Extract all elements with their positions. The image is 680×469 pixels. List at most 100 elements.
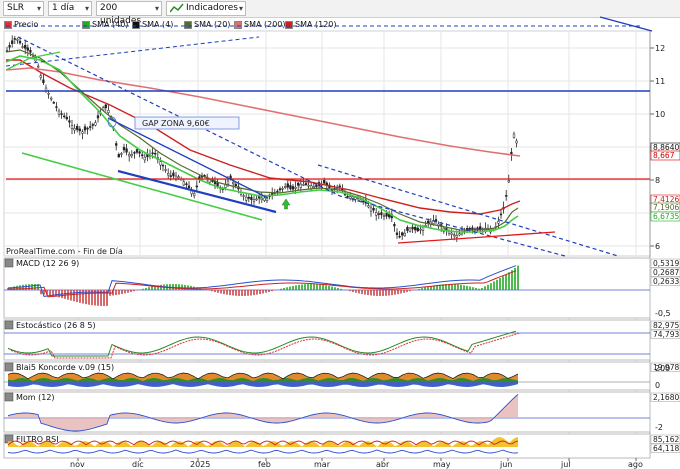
- candle-body: [182, 181, 185, 186]
- candle-body: [505, 195, 508, 197]
- candle-body: [382, 215, 386, 217]
- candle-body: [226, 180, 230, 185]
- candle-body: [385, 213, 388, 217]
- candle-body: [291, 186, 295, 190]
- candle-body: [169, 175, 172, 177]
- candle-body: [135, 149, 139, 153]
- candle-body: [450, 232, 453, 235]
- candle-body: [91, 124, 94, 126]
- candle-body: [185, 183, 188, 185]
- indicator-value-label: 2,1680: [653, 393, 679, 402]
- candle-body: [250, 196, 253, 200]
- indicator-menu-icon: [4, 362, 14, 372]
- month-label: mar: [314, 460, 331, 469]
- candle-body: [29, 49, 32, 53]
- candle-body: [362, 200, 365, 203]
- candle-body: [8, 45, 11, 48]
- candle-body: [512, 133, 516, 138]
- candle-body: [159, 161, 162, 166]
- price-value-label: 6,6735: [653, 212, 679, 221]
- price-chart: 1211109876GAP ZONA 9,60€ProRealTime.com …: [3, 16, 680, 469]
- price-value-label: 8,667: [653, 151, 675, 160]
- candle-body: [234, 183, 237, 186]
- candle-body: [120, 153, 123, 155]
- candle-body: [416, 227, 419, 232]
- candle-body: [401, 232, 404, 236]
- candle-body: [164, 169, 167, 171]
- candle-body: [73, 128, 76, 131]
- trendline-top-right: [599, 16, 653, 32]
- candle-body: [406, 226, 409, 231]
- candle-body: [18, 40, 22, 44]
- indicator-menu-icon: [4, 320, 14, 330]
- candle-body: [458, 233, 461, 236]
- candle-body: [172, 172, 175, 177]
- candle-body: [83, 126, 87, 131]
- candle-body: [117, 154, 120, 158]
- candle-body: [411, 226, 414, 230]
- price-tick-label: 6: [655, 242, 660, 251]
- candle-body: [354, 197, 357, 200]
- candle-body: [96, 115, 100, 119]
- source-label: ProRealTime.com - Fin de Día: [6, 247, 123, 256]
- candle-body: [26, 47, 29, 51]
- candle-body: [289, 185, 292, 190]
- candle-body: [21, 46, 24, 48]
- candle-body: [419, 228, 422, 231]
- candle-body: [70, 125, 74, 130]
- candle-body: [271, 193, 274, 195]
- indicator-value-label: 0,2687: [653, 268, 679, 277]
- indicator-value-label: 74,793: [653, 330, 679, 339]
- candle-body: [50, 97, 53, 100]
- indicator-title: Estocástico (26 8 5): [16, 321, 96, 330]
- indicator-title: MACD (12 26 9): [16, 259, 79, 268]
- candle-body: [16, 38, 19, 41]
- candle-body: [499, 213, 503, 216]
- candle-body: [115, 143, 118, 146]
- candle-body: [167, 173, 170, 176]
- candle-body: [107, 110, 110, 113]
- candle-body: [375, 212, 378, 216]
- price-panel: [3, 30, 651, 257]
- macd-tick-label: -0,5: [655, 309, 671, 318]
- candle-body: [151, 152, 154, 155]
- candle-body: [294, 187, 297, 189]
- indicator-title: Mom (12): [16, 393, 55, 402]
- candle-body: [68, 120, 71, 123]
- month-label: 2025: [190, 460, 210, 469]
- candle-body: [57, 110, 61, 115]
- indicator-menu-icon: [4, 392, 14, 402]
- candle-body: [260, 197, 263, 201]
- candle-body: [372, 208, 375, 211]
- candle-body: [453, 234, 456, 237]
- candle-body: [297, 182, 300, 186]
- candle-body: [403, 232, 406, 237]
- candle-body: [286, 183, 289, 188]
- candle-body: [65, 116, 68, 120]
- candle-body: [104, 104, 107, 109]
- candle-body: [177, 176, 180, 179]
- momentum-tick-label: -2: [655, 423, 663, 432]
- candle-body: [13, 38, 16, 40]
- candle-body: [414, 227, 417, 231]
- candle-body: [338, 185, 341, 188]
- candle-body: [395, 232, 399, 235]
- candle-body: [154, 152, 157, 155]
- candle-body: [161, 164, 165, 167]
- price-tick-label: 8: [655, 176, 660, 185]
- price-value-label: 7,1906: [653, 203, 679, 212]
- candle-body: [255, 198, 258, 201]
- month-label: ago: [628, 460, 643, 469]
- candle-body: [63, 115, 66, 118]
- month-label: nov: [70, 460, 85, 469]
- indicator-menu-icon: [4, 258, 14, 268]
- candle-body: [94, 122, 97, 126]
- candle-body: [299, 183, 302, 188]
- candle-body: [232, 182, 235, 185]
- candle-body: [55, 106, 58, 108]
- candle-body: [133, 152, 136, 154]
- candle-body: [52, 102, 55, 104]
- candle-body: [284, 186, 287, 188]
- candle-body: [42, 79, 45, 84]
- candle-body: [11, 40, 14, 44]
